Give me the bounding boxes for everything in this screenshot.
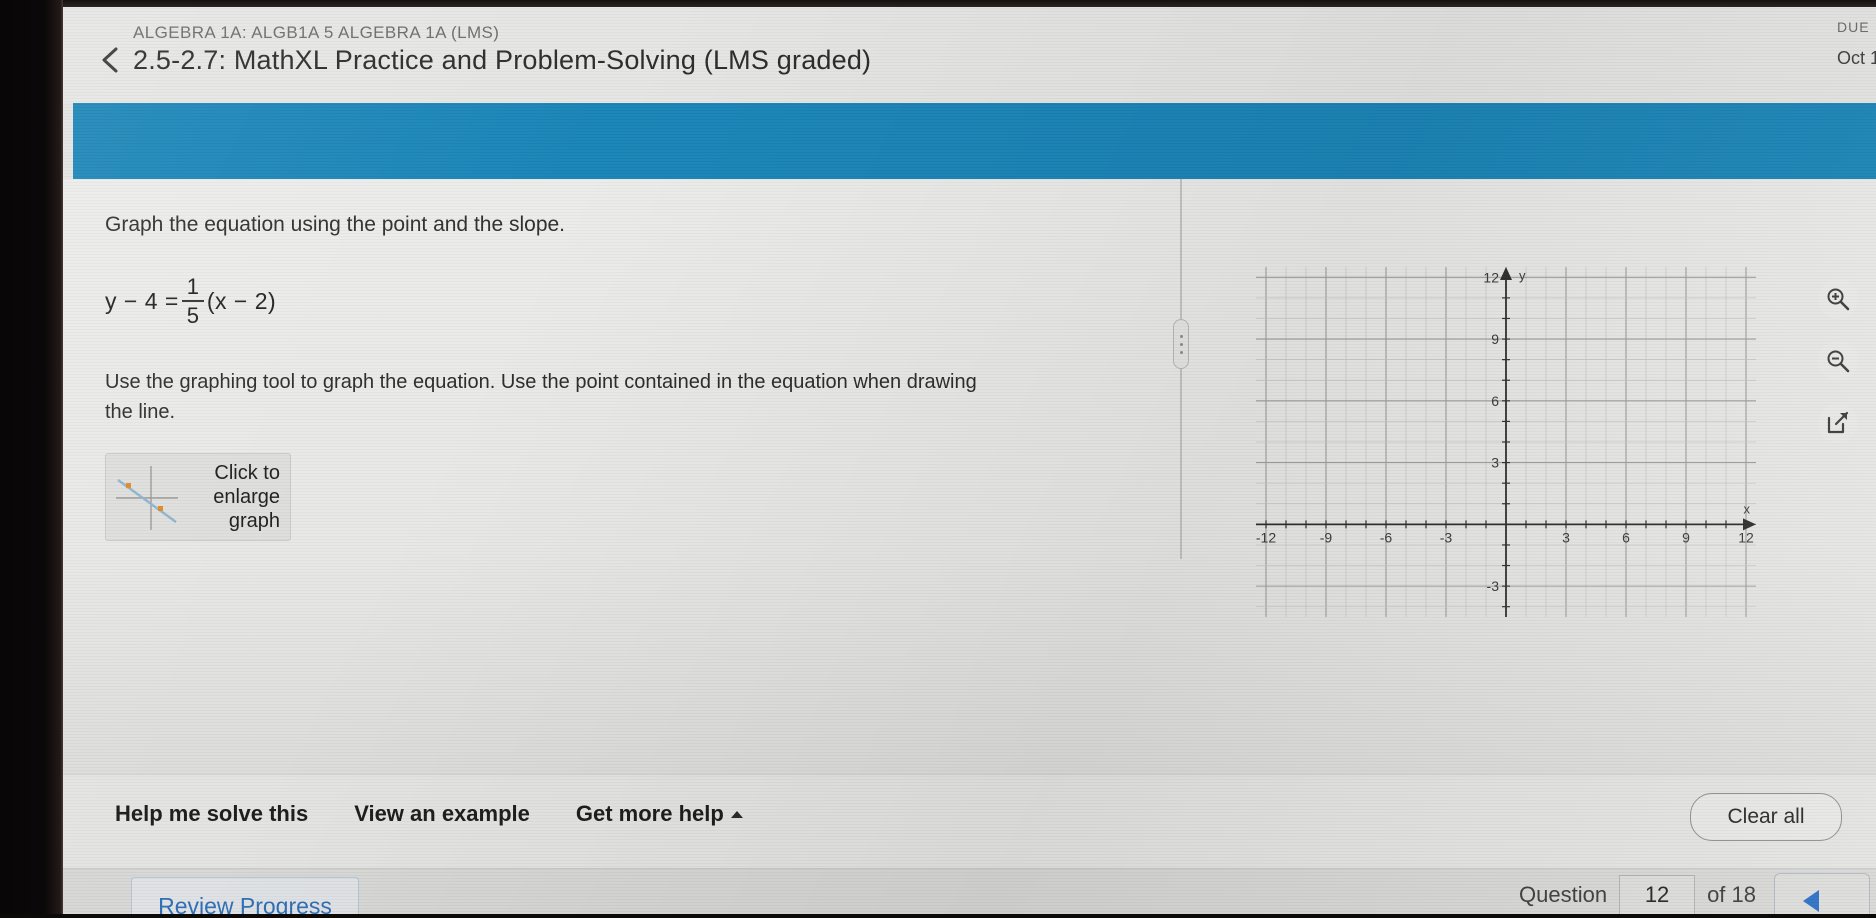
previous-question-button[interactable] [1774, 873, 1870, 914]
app-screen: ALGEBRA 1A: ALGB1A 5 ALGEBRA 1A (LMS) 2.… [63, 7, 1876, 914]
problem-equation: y − 4 = 1 5 (x − 2) [105, 275, 998, 327]
problem-instruction: Use the graphing tool to graph the equat… [105, 371, 977, 424]
svg-text:9: 9 [1682, 529, 1690, 545]
help-links-group: Help me solve this View an example Get m… [115, 801, 743, 827]
graphing-tool-pane: -12 -9 -6 -3 3 6 9 12 12 9 6 3 -3 y x [1198, 179, 1876, 774]
question-actions-bar: Help me solve this View an example Get m… [63, 774, 1876, 868]
question-total-label: of 18 [1707, 882, 1756, 907]
coordinate-plane-svg[interactable]: -12 -9 -6 -3 3 6 9 12 12 9 6 3 -3 y x [1256, 267, 1756, 617]
svg-text:y: y [1519, 268, 1526, 283]
device-bezel-top [63, 0, 1876, 7]
zoom-in-button[interactable] [1818, 279, 1858, 319]
photographed-screen: ALGEBRA 1A: ALGB1A 5 ALGEBRA 1A (LMS) 2.… [0, 0, 1876, 918]
get-more-help-label: Get more help [575, 801, 724, 826]
device-bezel-bottom [0, 914, 1876, 918]
svg-text:6: 6 [1491, 393, 1499, 409]
svg-text:-3: -3 [1440, 529, 1453, 545]
svg-text:-3: -3 [1487, 578, 1500, 594]
problem-prompt: Graph the equation using the point and t… [105, 213, 566, 236]
clear-all-button[interactable]: Clear all [1690, 793, 1842, 841]
caret-up-icon [730, 811, 743, 818]
svg-text:9: 9 [1491, 331, 1499, 347]
question-work-area: Graph the equation using the point and t… [63, 179, 1876, 774]
triangle-left-icon [1803, 890, 1819, 912]
zoom-out-icon [1827, 350, 1850, 373]
graph-thumbnail-icon [116, 466, 178, 531]
svg-text:12: 12 [1738, 529, 1754, 545]
equation-left-side: y − 4 = [105, 287, 179, 314]
zoom-in-icon [1827, 288, 1850, 311]
question-number-input[interactable]: 12 [1619, 875, 1696, 914]
due-block: DUE Oct 1 [1837, 19, 1876, 69]
splitter-drag-handle[interactable] [1173, 319, 1189, 369]
svg-text:3: 3 [1562, 529, 1570, 545]
pane-splitter [1173, 179, 1189, 559]
enlarge-graph-label: Click to enlarge graph [213, 461, 280, 533]
fraction-denominator: 5 [186, 303, 199, 329]
assignment-banner [73, 103, 1876, 179]
app-header: ALGEBRA 1A: ALGB1A 5 ALGEBRA 1A (LMS) 2.… [63, 7, 1876, 103]
due-date: Oct 1 [1836, 48, 1876, 68]
back-button[interactable] [97, 45, 123, 75]
page-title: 2.5-2.7: MathXL Practice and Problem-Sol… [133, 45, 872, 75]
open-external-button[interactable] [1818, 403, 1858, 443]
question-label: Question [1519, 882, 1608, 907]
svg-text:12: 12 [1483, 269, 1499, 285]
get-more-help-button[interactable]: Get more help [576, 801, 743, 827]
svg-text:x: x [1744, 501, 1751, 516]
device-bezel-left [0, 0, 63, 918]
equation-right-side: (x − 2) [206, 287, 277, 314]
view-an-example-button[interactable]: View an example [354, 801, 530, 827]
due-label: DUE [1836, 19, 1870, 35]
zoom-out-button[interactable] [1818, 341, 1858, 381]
coordinate-plane[interactable]: -12 -9 -6 -3 3 6 9 12 12 9 6 3 -3 y x [1256, 267, 1756, 617]
review-progress-button[interactable]: Review Progress [131, 877, 359, 914]
handle-dot [1179, 334, 1183, 338]
handle-dot [1179, 342, 1183, 346]
svg-text:3: 3 [1491, 455, 1499, 471]
handle-dot [1179, 350, 1183, 354]
fraction-bar [181, 300, 204, 303]
question-counter: Question 12 of 18 [1519, 875, 1756, 914]
svg-text:6: 6 [1622, 529, 1630, 545]
open-external-icon [1827, 411, 1849, 434]
enlarge-graph-button[interactable]: Click to enlarge graph [105, 453, 291, 542]
graph-tool-buttons [1818, 279, 1858, 443]
svg-text:-9: -9 [1320, 529, 1333, 545]
chevron-left-icon [102, 47, 118, 73]
bottom-status-bar: Review Progress Question 12 of 18 [63, 868, 1876, 914]
svg-text:-12: -12 [1256, 529, 1276, 545]
course-breadcrumb: ALGEBRA 1A: ALGB1A 5 ALGEBRA 1A (LMS) [133, 23, 500, 42]
problem-pane: Graph the equation using the point and t… [63, 179, 998, 774]
help-me-solve-this-button[interactable]: Help me solve this [115, 801, 308, 827]
equation-fraction: 1 5 [181, 274, 204, 329]
fraction-numerator: 1 [186, 274, 199, 299]
svg-text:-6: -6 [1380, 529, 1393, 545]
